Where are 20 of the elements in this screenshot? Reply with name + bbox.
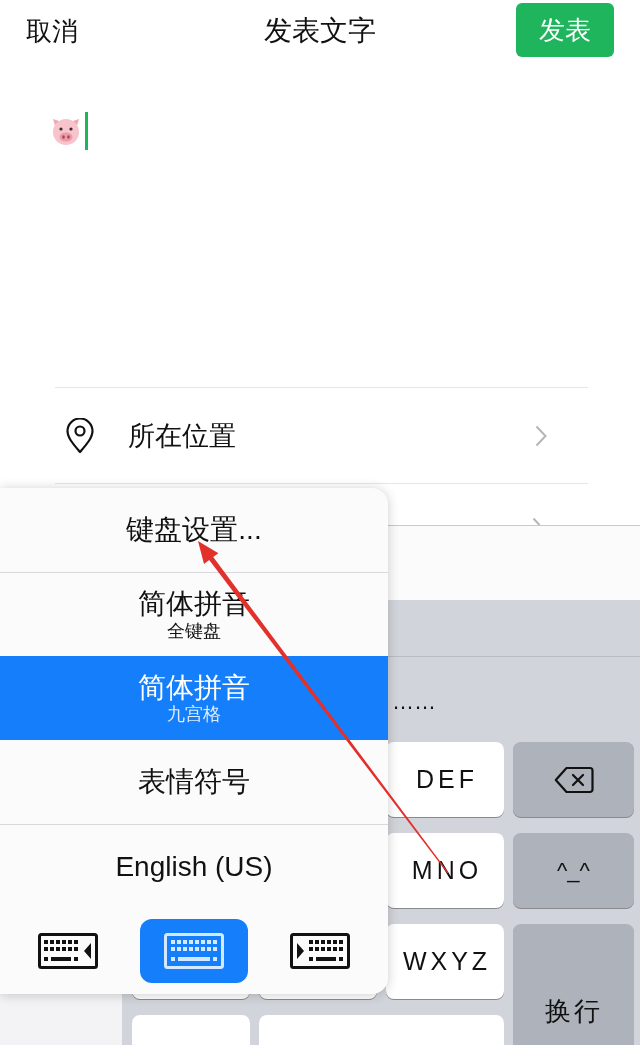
return-key[interactable]: 换行	[513, 924, 634, 1045]
location-pin-icon	[65, 417, 95, 454]
letter-key[interactable]: DEF	[386, 742, 504, 817]
location-option[interactable]: 所在位置	[55, 388, 588, 484]
letter-key[interactable]: WXYZ	[386, 924, 504, 999]
candidate-text: ……	[392, 688, 436, 715]
keyboard-mode-button[interactable]	[290, 933, 350, 969]
menu-item[interactable]: 键盘设置...	[0, 488, 388, 572]
keyboard-mode-button[interactable]	[38, 933, 98, 969]
delete-key[interactable]	[513, 742, 634, 817]
menu-item[interactable]: English (US)	[0, 824, 388, 908]
letter-key[interactable]: MNO	[386, 833, 504, 908]
emoticon-key[interactable]: ^_^	[513, 833, 634, 908]
menu-item[interactable]: 表情符号	[0, 740, 388, 824]
chevron-right-icon	[535, 424, 547, 447]
menu-item[interactable]: 简体拼音 九宫格	[0, 656, 388, 740]
keyboard-icon	[164, 933, 224, 969]
cancel-button[interactable]: 取消	[26, 13, 78, 49]
page-title: 发表文字	[264, 14, 376, 48]
delete-icon	[553, 765, 594, 794]
